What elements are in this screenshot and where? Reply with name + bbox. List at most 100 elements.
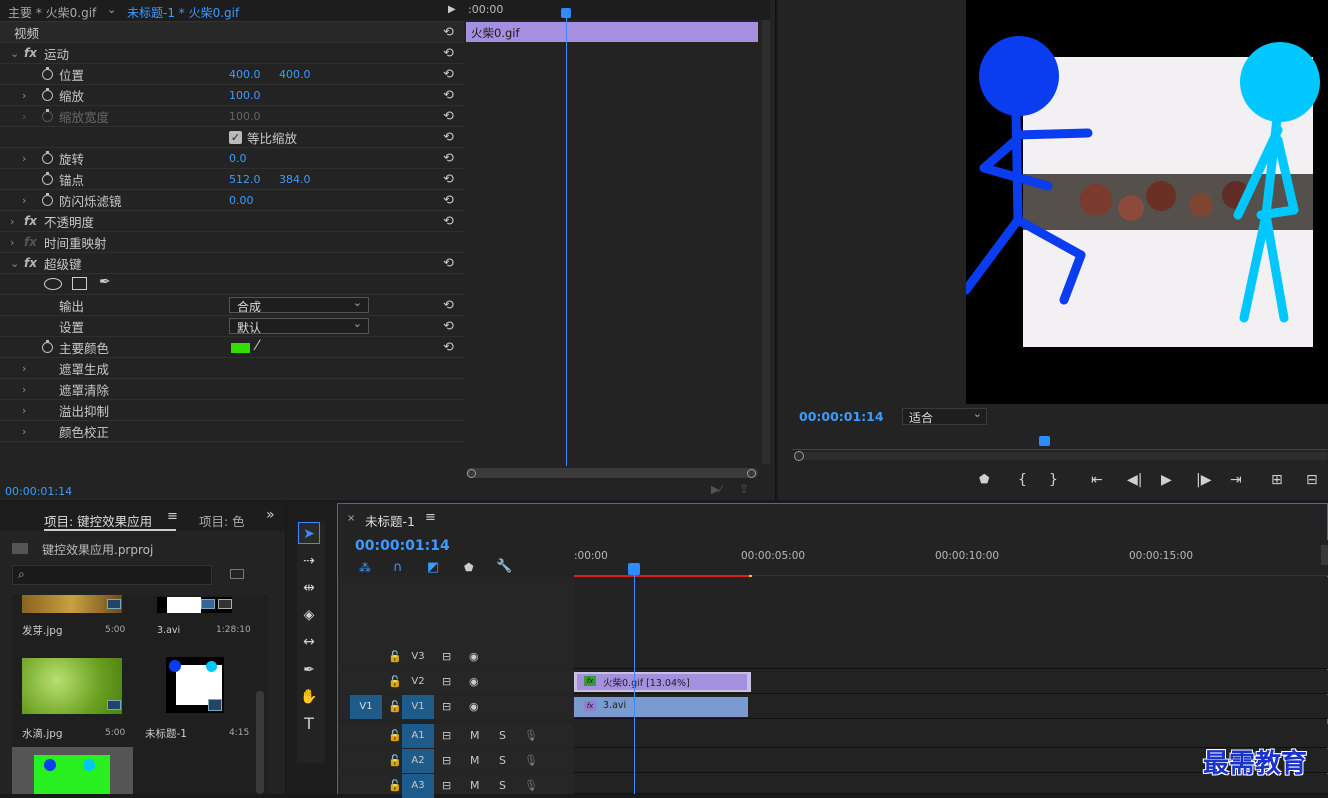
track-a1[interactable]: 🔓 A1 ⊟ M S 🎙 <box>338 724 1328 748</box>
lock-icon[interactable]: 🔓 <box>388 645 402 669</box>
add-marker-icon[interactable]: ⬟ <box>979 472 989 486</box>
program-zoom-bar[interactable] <box>794 452 1328 460</box>
reset-icon[interactable]: ⟲ <box>443 130 454 145</box>
go-to-out-icon[interactable]: ⇥ <box>1230 472 1242 488</box>
mic-icon[interactable]: 🎙 <box>524 724 538 748</box>
toggle-output-icon[interactable]: ⊟ <box>442 695 451 719</box>
track-v2[interactable]: 🔓 V2 ⊟ ◉ fx 火柴0.gif [13.04%] <box>338 670 1328 694</box>
reset-icon[interactable]: ⟲ <box>443 46 454 61</box>
slip-tool-icon[interactable]: ↔ <box>298 631 320 653</box>
more-tabs-icon[interactable]: » <box>266 507 275 523</box>
mark-out-icon[interactable]: } <box>1049 472 1058 488</box>
eye-icon[interactable]: ◉ <box>469 645 479 669</box>
snap-icon[interactable]: ∩ <box>393 560 403 575</box>
lock-icon[interactable]: 🔓 <box>388 670 402 694</box>
step-back-icon[interactable]: ◀| <box>1127 472 1142 488</box>
fx-icon[interactable]: fx <box>24 256 37 270</box>
selection-tool-icon[interactable]: ➤ <box>298 522 320 544</box>
track-label[interactable]: A1 <box>402 724 434 748</box>
lock-icon[interactable]: 🔓 <box>388 749 402 773</box>
eyedropper-icon[interactable]: ⁄ <box>256 338 258 354</box>
mute-button[interactable]: M <box>470 724 480 748</box>
project-scrollbar[interactable] <box>256 691 264 794</box>
zoom-handle-left[interactable] <box>794 451 804 461</box>
key-color-swatch[interactable] <box>231 343 250 353</box>
toggle-output-icon[interactable]: ⊟ <box>442 724 451 748</box>
new-bin-search-icon[interactable] <box>230 569 244 579</box>
mute-button[interactable]: M <box>470 774 480 798</box>
fx-icon[interactable]: fx <box>24 214 37 228</box>
scale-value[interactable]: 100.0 <box>229 89 261 102</box>
tab-project-2[interactable]: 项目: 色 <box>199 511 245 530</box>
hand-tool-icon[interactable]: ✋ <box>298 686 320 708</box>
nest-icon[interactable]: ⁂ <box>359 561 371 575</box>
rotation-value[interactable]: 0.0 <box>229 152 247 165</box>
mic-icon[interactable]: 🎙 <box>524 774 538 798</box>
reset-icon[interactable]: ⟲ <box>443 67 454 82</box>
track-v1[interactable]: V1 🔓 V1 ⊟ ◉ fx 3.avi <box>338 695 1328 719</box>
timeline-ruler[interactable]: :00:00 00:00:05:00 00:00:10:00 00:00:15:… <box>574 540 1328 577</box>
track-label[interactable]: V2 <box>402 670 434 694</box>
anchor-x[interactable]: 512.0 <box>229 173 261 186</box>
tab-source[interactable]: 主要 * 火柴0.gif <box>8 4 96 21</box>
ripple-edit-icon[interactable]: ⇹ <box>298 577 320 599</box>
stopwatch-icon[interactable] <box>42 88 53 101</box>
step-forward-icon[interactable]: |▶ <box>1196 472 1211 488</box>
menu-icon[interactable]: ≡ <box>425 510 436 525</box>
toggle-output-icon[interactable]: ⊟ <box>442 670 451 694</box>
mark-in-icon[interactable]: { <box>1018 472 1027 488</box>
timeline-scrollbar[interactable] <box>1321 545 1328 565</box>
add-marker-icon[interactable]: ⬟ <box>464 561 474 574</box>
close-icon[interactable]: × <box>347 513 355 524</box>
lock-icon[interactable]: 🔓 <box>388 724 402 748</box>
reset-icon[interactable]: ⟲ <box>443 109 454 124</box>
reset-icon[interactable]: ⟲ <box>443 193 454 208</box>
program-playhead[interactable] <box>1039 436 1050 446</box>
toggle-output-icon[interactable]: ⊟ <box>442 645 451 669</box>
track-select-icon[interactable]: ⇢ <box>298 550 320 572</box>
pen-tool-icon[interactable]: ✒ <box>298 659 320 681</box>
toggle-output-icon[interactable]: ⊟ <box>442 774 451 798</box>
reset-icon[interactable]: ⟲ <box>443 298 454 313</box>
track-label[interactable]: V1 <box>402 695 434 719</box>
wrench-icon[interactable]: 🔧 <box>496 559 512 574</box>
tab-sequence[interactable]: 未标题-1 * 火柴0.gif <box>127 4 239 21</box>
render-icon[interactable]: ▶⁄ <box>711 483 721 496</box>
fit-dropdown[interactable]: 适合 ⌄ <box>902 407 987 425</box>
program-ruler[interactable] <box>792 438 1328 450</box>
stopwatch-icon[interactable] <box>42 67 53 80</box>
thumb-green-selected[interactable] <box>12 747 133 794</box>
scroll-handle-right[interactable] <box>747 469 756 478</box>
play-icon[interactable]: ▶ <box>1161 472 1172 488</box>
program-video-frame[interactable] <box>966 0 1328 404</box>
clip-v1[interactable]: fx 3.avi <box>574 697 748 717</box>
stopwatch-icon[interactable] <box>42 172 53 185</box>
lock-icon[interactable]: 🔓 <box>388 695 402 719</box>
antiflicker-value[interactable]: 0.00 <box>229 194 254 207</box>
output-dropdown[interactable]: 合成 ⌄ <box>229 296 369 314</box>
reset-icon[interactable]: ⟲ <box>443 214 454 229</box>
fx-icon[interactable]: fx <box>24 46 37 60</box>
uniform-scale-checkbox[interactable]: ✓ <box>229 131 242 144</box>
source-patch-v1[interactable]: V1 <box>350 695 382 719</box>
timeline-timecode[interactable]: 00:00:01:14 <box>355 538 450 554</box>
solo-button[interactable]: S <box>499 724 506 748</box>
razor-tool-icon[interactable]: ◈ <box>298 604 320 626</box>
anchor-y[interactable]: 384.0 <box>279 173 311 186</box>
ec-timecode[interactable]: 00:00:01:14 <box>5 485 72 498</box>
position-y[interactable]: 400.0 <box>279 68 311 81</box>
reset-icon[interactable]: ⟲ <box>443 88 454 103</box>
eye-icon[interactable]: ◉ <box>469 695 479 719</box>
linked-select-icon[interactable]: ◩ <box>427 560 439 575</box>
reset-icon[interactable]: ⟲ <box>443 151 454 166</box>
track-v3[interactable]: 🔓 V3 ⊟ ◉ <box>338 645 1328 669</box>
pen-mask-icon[interactable]: ✒ <box>99 274 111 290</box>
track-a3[interactable]: 🔓 A3 ⊟ M S 🎙 <box>338 774 1328 798</box>
reset-icon[interactable]: ⟲ <box>443 25 454 40</box>
lift-icon[interactable]: ⊞ <box>1271 472 1283 488</box>
program-timecode[interactable]: 00:00:01:14 <box>799 409 884 424</box>
lock-icon[interactable]: 🔓 <box>388 774 402 798</box>
reset-icon[interactable]: ⟲ <box>443 319 454 334</box>
clip-v2[interactable]: fx 火柴0.gif [13.04%] <box>574 672 751 692</box>
eye-icon[interactable]: ◉ <box>469 670 479 694</box>
